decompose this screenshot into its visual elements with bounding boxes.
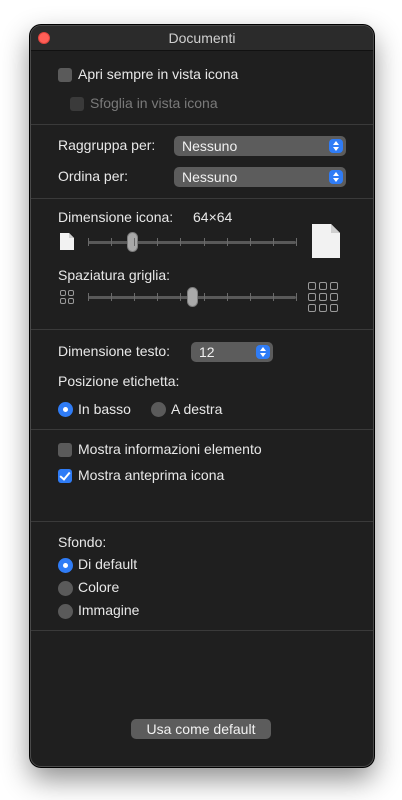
background-default-label: Di default — [78, 556, 138, 572]
separator — [31, 521, 373, 522]
slider-tick — [296, 238, 297, 246]
background-image-radio[interactable] — [58, 604, 73, 619]
background-color-label: Colore — [78, 579, 120, 595]
background-image-label: Immagine — [78, 602, 140, 618]
slider-tick — [250, 293, 251, 301]
popup-arrows-icon — [329, 139, 343, 153]
slider-tick — [157, 293, 158, 301]
large-document-icon — [312, 224, 340, 258]
icon-size-value: 64×64 — [193, 209, 233, 225]
grid-spacing-label: Spaziatura griglia: — [58, 267, 171, 283]
show-icon-preview-checkbox[interactable] — [58, 469, 72, 483]
slider-tick — [250, 238, 251, 246]
finder-view-options-window: Documenti Apri sempre in vista icona Sfo… — [30, 25, 374, 767]
show-item-info-checkbox[interactable] — [58, 443, 72, 457]
small-grid-icon — [60, 290, 74, 304]
separator — [31, 429, 373, 430]
label-position-bottom-label: In basso — [78, 401, 131, 417]
use-as-default-button[interactable]: Usa come default — [131, 719, 271, 739]
slider-tick — [296, 293, 297, 301]
sort-by-label: Ordina per: — [58, 168, 129, 184]
text-size-popup[interactable]: 12 — [191, 342, 273, 362]
browse-icon-view-label: Sfoglia in vista icona — [90, 95, 218, 111]
label-position-label: Posizione etichetta: — [58, 373, 180, 389]
slider-tick — [273, 293, 274, 301]
slider-tick — [134, 238, 135, 246]
always-open-icon-view-checkbox[interactable] — [58, 68, 72, 82]
separator — [31, 329, 373, 330]
group-by-label: Raggruppa per: — [58, 137, 156, 153]
slider-tick — [111, 238, 112, 246]
slider-tick — [111, 293, 112, 301]
text-size-label: Dimensione testo: — [58, 343, 171, 359]
icon-size-slider-track[interactable] — [88, 241, 296, 244]
group-by-popup[interactable]: Nessuno — [174, 136, 346, 156]
group-by-value: Nessuno — [182, 138, 238, 154]
show-icon-preview-label: Mostra anteprima icona — [78, 467, 225, 483]
slider-tick — [227, 293, 228, 301]
title-bar: Documenti — [31, 26, 373, 51]
label-position-right-radio[interactable] — [151, 402, 166, 417]
slider-tick — [88, 238, 89, 246]
icon-size-slider-knob[interactable] — [127, 232, 138, 252]
slider-tick — [180, 238, 181, 246]
slider-tick — [204, 238, 205, 246]
background-label: Sfondo: — [58, 534, 107, 550]
browse-icon-view-checkbox[interactable] — [70, 97, 84, 111]
separator — [31, 124, 373, 125]
background-color-radio[interactable] — [58, 581, 73, 596]
slider-tick — [227, 238, 228, 246]
separator — [31, 198, 373, 199]
sort-by-value: Nessuno — [182, 169, 238, 185]
popup-arrows-icon — [329, 170, 343, 184]
text-size-value: 12 — [199, 344, 215, 360]
background-default-radio[interactable] — [58, 558, 73, 573]
label-position-bottom-radio[interactable] — [58, 402, 73, 417]
slider-tick — [157, 238, 158, 246]
slider-tick — [204, 293, 205, 301]
always-open-icon-view-label: Apri sempre in vista icona — [78, 66, 239, 82]
small-document-icon — [60, 233, 74, 250]
icon-size-label: Dimensione icona: — [58, 209, 174, 225]
separator — [31, 630, 373, 631]
slider-tick — [88, 293, 89, 301]
label-position-right-label: A destra — [171, 401, 223, 417]
slider-tick — [273, 238, 274, 246]
window-title: Documenti — [168, 30, 236, 46]
grid-spacing-slider-knob[interactable] — [187, 287, 198, 307]
sort-by-popup[interactable]: Nessuno — [174, 167, 346, 187]
slider-tick — [134, 293, 135, 301]
slider-tick — [180, 293, 181, 301]
large-grid-icon — [308, 282, 338, 312]
popup-arrows-icon — [256, 345, 270, 359]
show-item-info-label: Mostra informazioni elemento — [78, 441, 262, 457]
